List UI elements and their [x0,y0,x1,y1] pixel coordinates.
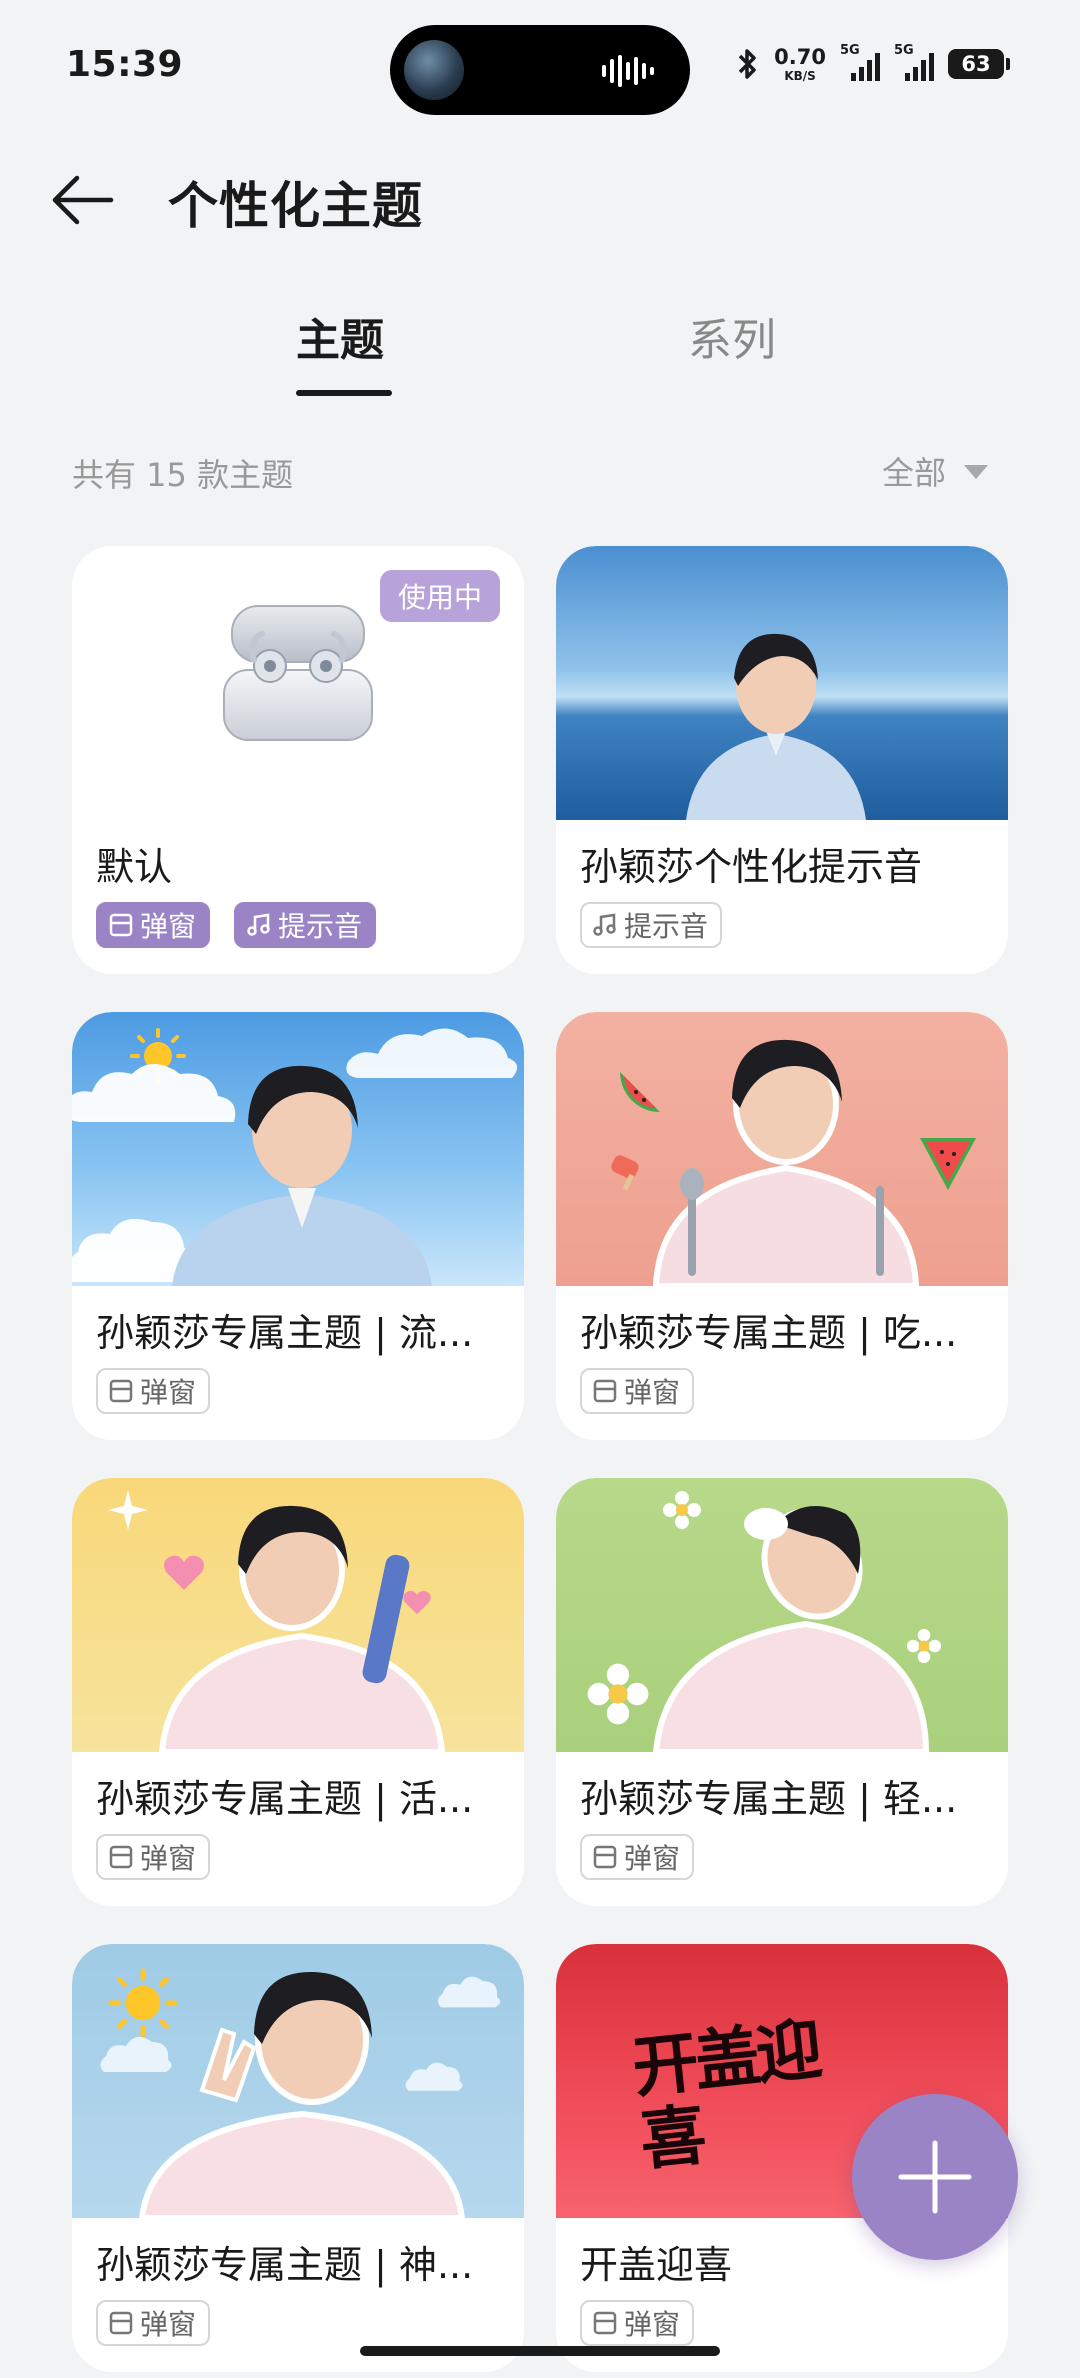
sim2-signal-icon: 5G [894,43,934,81]
theme-title: 孙颖莎个性化提示音 [580,845,923,889]
dropdown-triangle-icon [964,465,988,479]
theme-thumbnail [72,1478,524,1752]
theme-tags: 弹窗 [580,1368,695,1414]
tag-label: 弹窗 [624,1376,681,1409]
status-bar: 15:39 0.70 KB/S 5G 5G 63 [0,0,1080,130]
network-speed: 0.70 KB/S [774,44,826,83]
popup-icon [109,913,133,937]
battery-icon: 63 [948,49,1010,79]
home-indicator[interactable] [360,2346,720,2356]
popup-icon [593,2311,617,2335]
tag-label: 弹窗 [140,2308,197,2341]
back-button[interactable] [48,168,118,232]
popup-icon [109,1845,133,1869]
theme-title: 孙颖莎专属主题 | 吃... [580,1311,958,1355]
tag-ringtone: 提示音 [234,902,377,948]
tag-ringtone: 提示音 [580,902,723,948]
theme-thumbnail [556,546,1008,820]
theme-card-3[interactable]: 孙颖莎专属主题 | 流... 弹窗 [72,1012,524,1440]
tag-label: 提示音 [624,910,709,943]
person-portrait-image [172,1065,432,1286]
tag-popup: 弹窗 [580,1368,695,1414]
music-note-icon [593,913,616,936]
network-speed-unit: KB/S [784,68,816,83]
tag-label: 提示音 [278,910,363,943]
theme-card-4[interactable]: 孙颖莎专属主题 | 吃... 弹窗 [556,1012,1008,1440]
theme-card-6[interactable]: 孙颖莎专属主题 | 轻... 弹窗 [556,1478,1008,1906]
theme-title: 孙颖莎专属主题 | 神... [96,2243,474,2287]
theme-thumbnail [556,1478,1008,1752]
person-portrait-image [158,1505,446,1752]
now-playing-artwork [404,40,464,100]
add-theme-button[interactable] [852,2094,1018,2260]
theme-tags: 弹窗 [96,2300,211,2346]
theme-tags: 提示音 [580,902,723,948]
tag-label: 弹窗 [624,1842,681,1875]
theme-card-default[interactable]: 使用中 默认 弹窗 提示音 [72,546,524,974]
theme-tags: 弹窗 [580,2300,695,2346]
theme-card-5[interactable]: 孙颖莎专属主题 | 活... 弹窗 [72,1478,524,1906]
dynamic-island[interactable] [390,25,690,115]
theme-card-ringtone[interactable]: 孙颖莎个性化提示音 提示音 [556,546,1008,974]
tag-label: 弹窗 [140,910,197,943]
theme-thumbnail [556,1012,1008,1286]
page-title: 个性化主题 [168,177,423,235]
filter-dropdown[interactable]: 全部 [882,448,988,494]
theme-count: 共有 15 款主题 [72,456,294,494]
theme-thumbnail [72,1012,524,1286]
tag-popup: 弹窗 [96,2300,211,2346]
audio-wave-icon [602,55,654,87]
tag-popup: 弹窗 [96,1834,211,1880]
theme-card-7[interactable]: 孙颖莎专属主题 | 神... 弹窗 [72,1944,524,2372]
back-arrow-icon [52,175,114,225]
earbuds-case-image [223,605,373,741]
tag-popup: 弹窗 [580,1834,695,1880]
music-note-icon [247,913,270,936]
tag-label: 弹窗 [140,1842,197,1875]
sim1-signal-icon: 5G [840,43,880,81]
active-tab-indicator [296,390,392,396]
status-time: 15:39 [66,44,184,85]
tag-popup: 弹窗 [96,1368,211,1414]
popup-icon [593,1379,617,1403]
theme-tags: 弹窗 [580,1834,695,1880]
popup-icon [109,2311,133,2335]
in-use-badge: 使用中 [379,570,500,622]
person-portrait-image [652,1039,920,1286]
person-portrait-image [138,1971,466,2218]
popup-icon [593,1845,617,1869]
tag-popup: 弹窗 [580,2300,695,2346]
filter-label: 全部 [881,454,946,492]
person-portrait-image [652,1506,930,1752]
tab-themes[interactable]: 主题 [296,304,384,368]
theme-tags: 弹窗 [96,1368,211,1414]
theme-title: 孙颖莎专属主题 | 活... [96,1777,474,1821]
theme-tags: 弹窗 [96,1834,211,1880]
tab-series[interactable]: 系列 [688,304,776,368]
theme-title: 默认 [96,845,173,889]
status-icons: 0.70 KB/S 5G 5G 63 [734,43,1010,84]
plus-icon [898,2140,972,2214]
battery-level: 63 [961,52,991,76]
network-speed-value: 0.70 [774,44,826,69]
tag-label: 弹窗 [624,2308,681,2341]
theme-title: 孙颖莎专属主题 | 轻... [580,1777,958,1821]
person-portrait-image [686,633,866,820]
theme-thumbnail [72,1944,524,2218]
bluetooth-icon [738,49,756,79]
popup-icon [109,1379,133,1403]
theme-title: 孙颖莎专属主题 | 流... [96,1311,474,1355]
tag-label: 弹窗 [140,1376,197,1409]
theme-tags: 弹窗 提示音 [96,902,377,948]
tag-popup: 弹窗 [96,902,211,948]
thumbnail-calligraphy: 开盖迎喜 [628,2009,822,2180]
